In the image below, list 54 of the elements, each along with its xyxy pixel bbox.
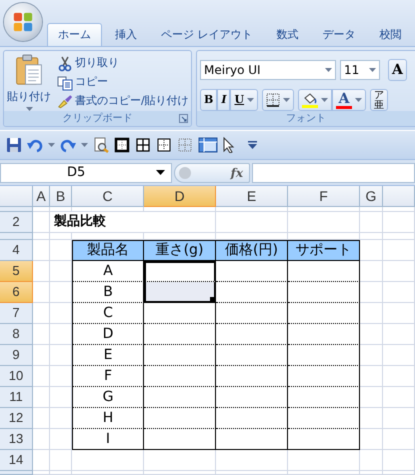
table-cell[interactable]: H xyxy=(72,408,144,429)
insert-function-button[interactable]: fx xyxy=(174,162,250,182)
table-cell[interactable]: E xyxy=(72,345,144,366)
table-cell[interactable]: A xyxy=(72,261,144,282)
row-header[interactable]: 6 xyxy=(0,282,33,303)
paste-button[interactable]: 貼り付け xyxy=(7,54,51,111)
table-cell[interactable]: D xyxy=(72,324,144,345)
row-header[interactable]: 4 xyxy=(0,240,33,261)
copy-button[interactable]: コピー xyxy=(55,73,191,92)
ribbon-tab[interactable]: 数式 xyxy=(266,23,310,46)
table-cell[interactable]: C xyxy=(72,303,144,324)
ribbon-tab[interactable]: データ xyxy=(312,23,366,46)
bold-button[interactable]: B xyxy=(200,89,218,111)
row-header[interactable]: 8 xyxy=(0,324,33,345)
column-header[interactable]: B xyxy=(50,186,72,207)
column-heading: 重さ(g) xyxy=(144,240,216,261)
column-header[interactable]: G xyxy=(360,186,383,207)
name-box[interactable]: D5 xyxy=(0,162,172,182)
row-header[interactable]: 7 xyxy=(0,303,33,324)
table-cell[interactable]: G xyxy=(72,387,144,408)
grow-font-button[interactable]: A xyxy=(388,59,407,81)
table-cell[interactable]: F xyxy=(72,366,144,387)
column-heading: 価格(円) xyxy=(216,240,288,261)
group-label: クリップボード xyxy=(62,112,132,126)
column-heading: サポート xyxy=(288,240,360,261)
column-header[interactable]: D xyxy=(144,186,216,207)
column-header[interactable]: F xyxy=(288,186,360,207)
column-header[interactable]: E xyxy=(216,186,288,207)
row-header[interactable]: 2 xyxy=(0,212,33,233)
ribbon-tab[interactable]: 挿入 xyxy=(104,23,148,46)
column-heading: 製品名 xyxy=(72,240,144,261)
row-header[interactable]: 14 xyxy=(0,450,33,471)
column-header[interactable]: A xyxy=(33,186,50,207)
ribbon-tab[interactable]: ページ レイアウト xyxy=(150,23,264,46)
row-header[interactable]: 11 xyxy=(0,387,33,408)
row-header[interactable]: 9 xyxy=(0,345,33,366)
cut-button[interactable]: 切り取り xyxy=(55,54,191,73)
italic-button[interactable]: I xyxy=(217,89,230,111)
column-header[interactable]: C xyxy=(72,186,144,207)
phonetic-button[interactable]: ア 亜 xyxy=(370,89,388,111)
font-color-button[interactable]: A xyxy=(332,89,366,111)
font-name-dropdown[interactable]: Meiryo UI xyxy=(200,60,336,80)
font-size-dropdown[interactable]: 11 xyxy=(340,60,380,80)
underline-button[interactable]: U xyxy=(230,89,258,111)
ribbon-tab[interactable]: 校閲 xyxy=(368,23,412,46)
format-painter-button[interactable]: 書式のコピー/貼り付け xyxy=(55,92,191,111)
sheet-title: 製品比較 xyxy=(50,212,216,233)
group-label: フォント xyxy=(286,112,326,126)
row-header[interactable]: 5 xyxy=(0,261,33,282)
row-header[interactable]: 13 xyxy=(0,429,33,450)
table-cell[interactable]: I xyxy=(72,429,144,450)
ribbon-tab[interactable]: ホーム xyxy=(47,23,102,46)
row-header[interactable]: 10 xyxy=(0,366,33,387)
row-header[interactable]: 12 xyxy=(0,408,33,429)
